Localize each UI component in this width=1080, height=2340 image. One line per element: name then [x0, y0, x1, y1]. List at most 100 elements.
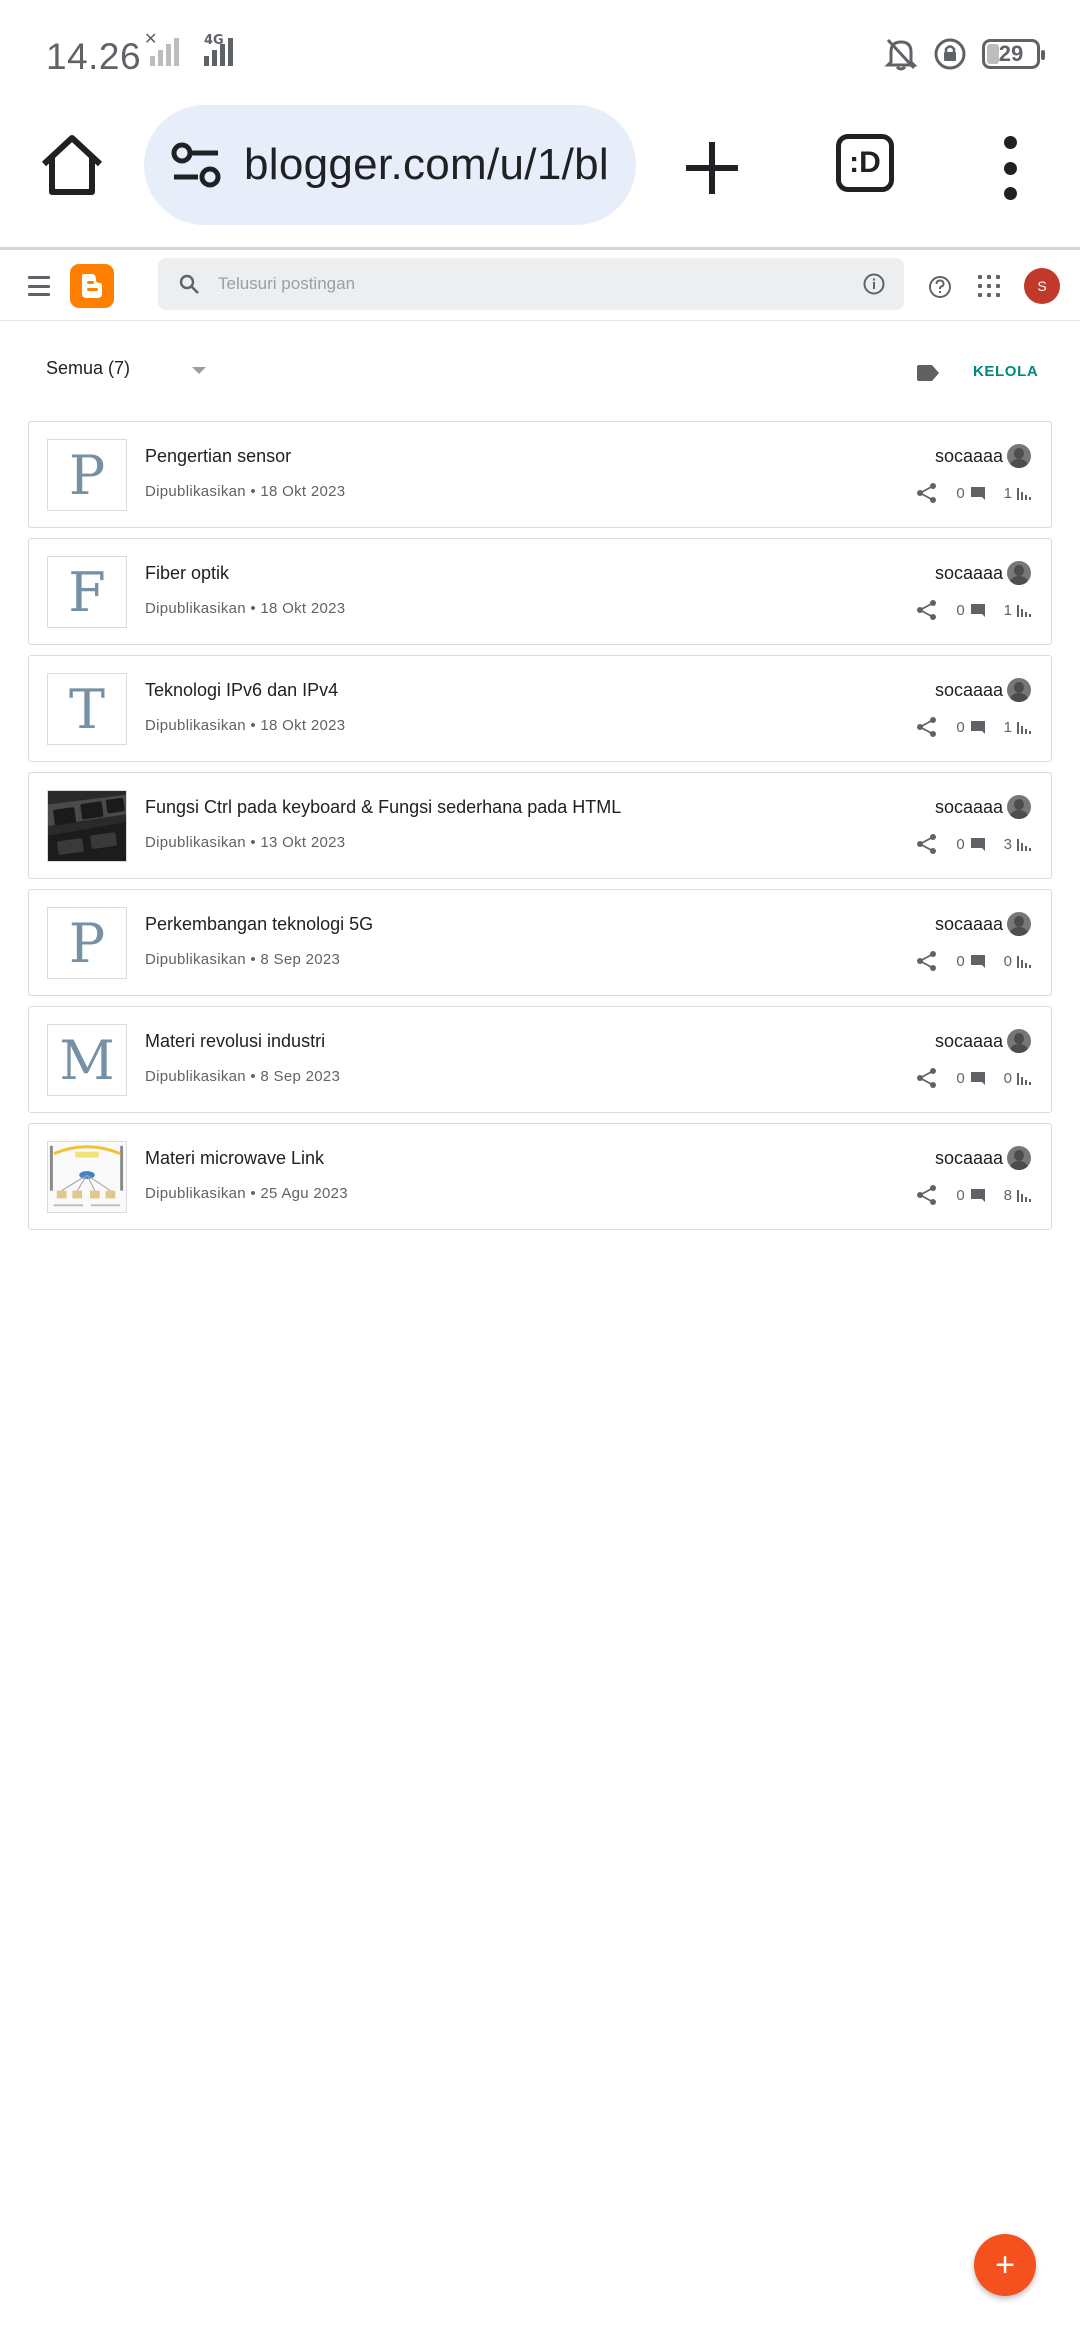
status-bar: 14.26 ✕ 4G 29 — [0, 0, 1080, 100]
post-list: P Pengertian sensor Dipublikasikan • 18 … — [28, 421, 1052, 1240]
view-count: 3 — [1003, 835, 1012, 853]
search-input[interactable] — [218, 274, 818, 294]
share-icon[interactable] — [916, 833, 938, 855]
comment-icon — [970, 604, 985, 617]
signal-icon: 4G — [204, 33, 233, 66]
status-icons: 29 — [884, 36, 1045, 72]
post-meta: Dipublikasikan • 18 Okt 2023 — [145, 600, 346, 617]
post-item[interactable]: T Teknologi IPv6 dan IPv4 Dipublikasikan… — [28, 655, 1052, 762]
chevron-down-icon[interactable] — [192, 367, 206, 374]
search-bar[interactable] — [158, 258, 904, 310]
share-icon[interactable] — [916, 950, 938, 972]
blogger-logo-icon[interactable] — [70, 264, 114, 308]
post-thumbnail-image — [47, 1141, 127, 1213]
keyboard-image — [48, 791, 126, 861]
avatar[interactable]: S — [1024, 268, 1060, 304]
manage-button[interactable]: KELOLA — [973, 363, 1038, 380]
share-icon[interactable] — [916, 599, 938, 621]
rotation-lock-icon — [934, 38, 966, 70]
view-count: 0 — [1003, 1069, 1012, 1087]
view-count: 1 — [1003, 601, 1012, 619]
help-icon[interactable] — [928, 275, 952, 299]
comment-icon — [970, 487, 985, 500]
comment-count: 0 — [956, 1186, 965, 1204]
tab-switcher-button[interactable]: :D — [836, 134, 894, 192]
blogger-header: S — [0, 253, 1080, 321]
post-stats: 0 3 — [916, 833, 1031, 855]
share-icon[interactable] — [916, 1067, 938, 1089]
more-vert-icon[interactable] — [990, 136, 1030, 200]
views-icon — [1017, 1190, 1031, 1202]
apps-icon[interactable] — [978, 275, 1000, 297]
battery-icon: 29 — [982, 39, 1045, 69]
share-icon[interactable] — [916, 716, 938, 738]
url-text[interactable]: blogger.com/u/1/bl — [244, 140, 609, 190]
comment-icon — [970, 1072, 985, 1085]
post-thumbnail: M — [47, 1024, 127, 1096]
post-item[interactable]: Materi microwave Link Dipublikasikan • 2… — [28, 1123, 1052, 1230]
plus-icon[interactable] — [680, 136, 744, 200]
post-thumbnail-image — [47, 790, 127, 862]
post-thumbnail: T — [47, 673, 127, 745]
post-stats: 0 8 — [916, 1184, 1031, 1206]
post-title[interactable]: Teknologi IPv6 dan IPv4 — [145, 680, 338, 701]
author-name: socaaaa — [934, 1147, 1003, 1168]
views-icon — [1017, 605, 1031, 617]
post-title[interactable]: Fungsi Ctrl pada keyboard & Fungsi seder… — [145, 797, 621, 818]
comment-count: 0 — [956, 601, 965, 619]
share-icon[interactable] — [916, 482, 938, 504]
comment-icon — [970, 838, 985, 851]
post-title[interactable]: Materi revolusi industri — [145, 1031, 325, 1052]
post-meta: Dipublikasikan • 13 Okt 2023 — [145, 834, 346, 851]
post-stats: 0 1 — [916, 482, 1031, 504]
comment-count: 0 — [956, 835, 965, 853]
post-title[interactable]: Materi microwave Link — [145, 1148, 324, 1169]
label-icon[interactable] — [915, 363, 941, 383]
info-icon[interactable] — [862, 272, 886, 296]
post-item[interactable]: F Fiber optik Dipublikasikan • 18 Okt 20… — [28, 538, 1052, 645]
bell-off-icon — [884, 38, 918, 71]
comment-icon — [970, 955, 985, 968]
author-avatar — [1007, 1029, 1031, 1053]
post-author: socaaaa — [935, 678, 1031, 702]
author-name: socaaaa — [934, 679, 1003, 700]
author-name: socaaaa — [934, 796, 1003, 817]
author-name: socaaaa — [934, 562, 1003, 583]
post-title[interactable]: Fiber optik — [145, 563, 229, 584]
post-item[interactable]: P Pengertian sensor Dipublikasikan • 18 … — [28, 421, 1052, 528]
post-author: socaaaa — [935, 1029, 1031, 1053]
post-item[interactable]: Fungsi Ctrl pada keyboard & Fungsi seder… — [28, 772, 1052, 879]
post-stats: 0 1 — [916, 599, 1031, 621]
post-filter-select[interactable]: Semua (7) — [46, 358, 130, 379]
post-stats: 0 0 — [916, 1067, 1031, 1089]
author-name: socaaaa — [934, 913, 1003, 934]
tune-icon[interactable] — [168, 139, 230, 191]
post-item[interactable]: M Materi revolusi industri Dipublikasika… — [28, 1006, 1052, 1113]
home-icon[interactable] — [38, 132, 106, 200]
post-meta: Dipublikasikan • 18 Okt 2023 — [145, 483, 346, 500]
post-title[interactable]: Perkembangan teknologi 5G — [145, 914, 373, 935]
view-count: 1 — [1003, 718, 1012, 736]
post-author: socaaaa — [935, 795, 1031, 819]
post-thumbnail: P — [47, 907, 127, 979]
hamburger-icon[interactable] — [28, 276, 50, 296]
post-thumbnail: P — [47, 439, 127, 511]
post-meta: Dipublikasikan • 25 Agu 2023 — [145, 1185, 348, 1202]
views-icon — [1017, 488, 1031, 500]
author-avatar — [1007, 1146, 1031, 1170]
new-post-button[interactable]: + — [974, 2234, 1036, 2296]
post-item[interactable]: P Perkembangan teknologi 5G Dipublikasik… — [28, 889, 1052, 996]
author-avatar — [1007, 444, 1031, 468]
view-count: 1 — [1003, 484, 1012, 502]
url-bar[interactable]: blogger.com/u/1/bl — [144, 105, 636, 225]
comment-count: 0 — [956, 952, 965, 970]
author-avatar — [1007, 795, 1031, 819]
post-title[interactable]: Pengertian sensor — [145, 446, 291, 467]
post-author: socaaaa — [935, 1146, 1031, 1170]
post-meta: Dipublikasikan • 18 Okt 2023 — [145, 717, 346, 734]
diagram-image — [48, 1142, 126, 1212]
author-name: socaaaa — [934, 1030, 1003, 1051]
no-signal-icon: ✕ — [144, 30, 179, 66]
share-icon[interactable] — [916, 1184, 938, 1206]
post-author: socaaaa — [935, 561, 1031, 585]
